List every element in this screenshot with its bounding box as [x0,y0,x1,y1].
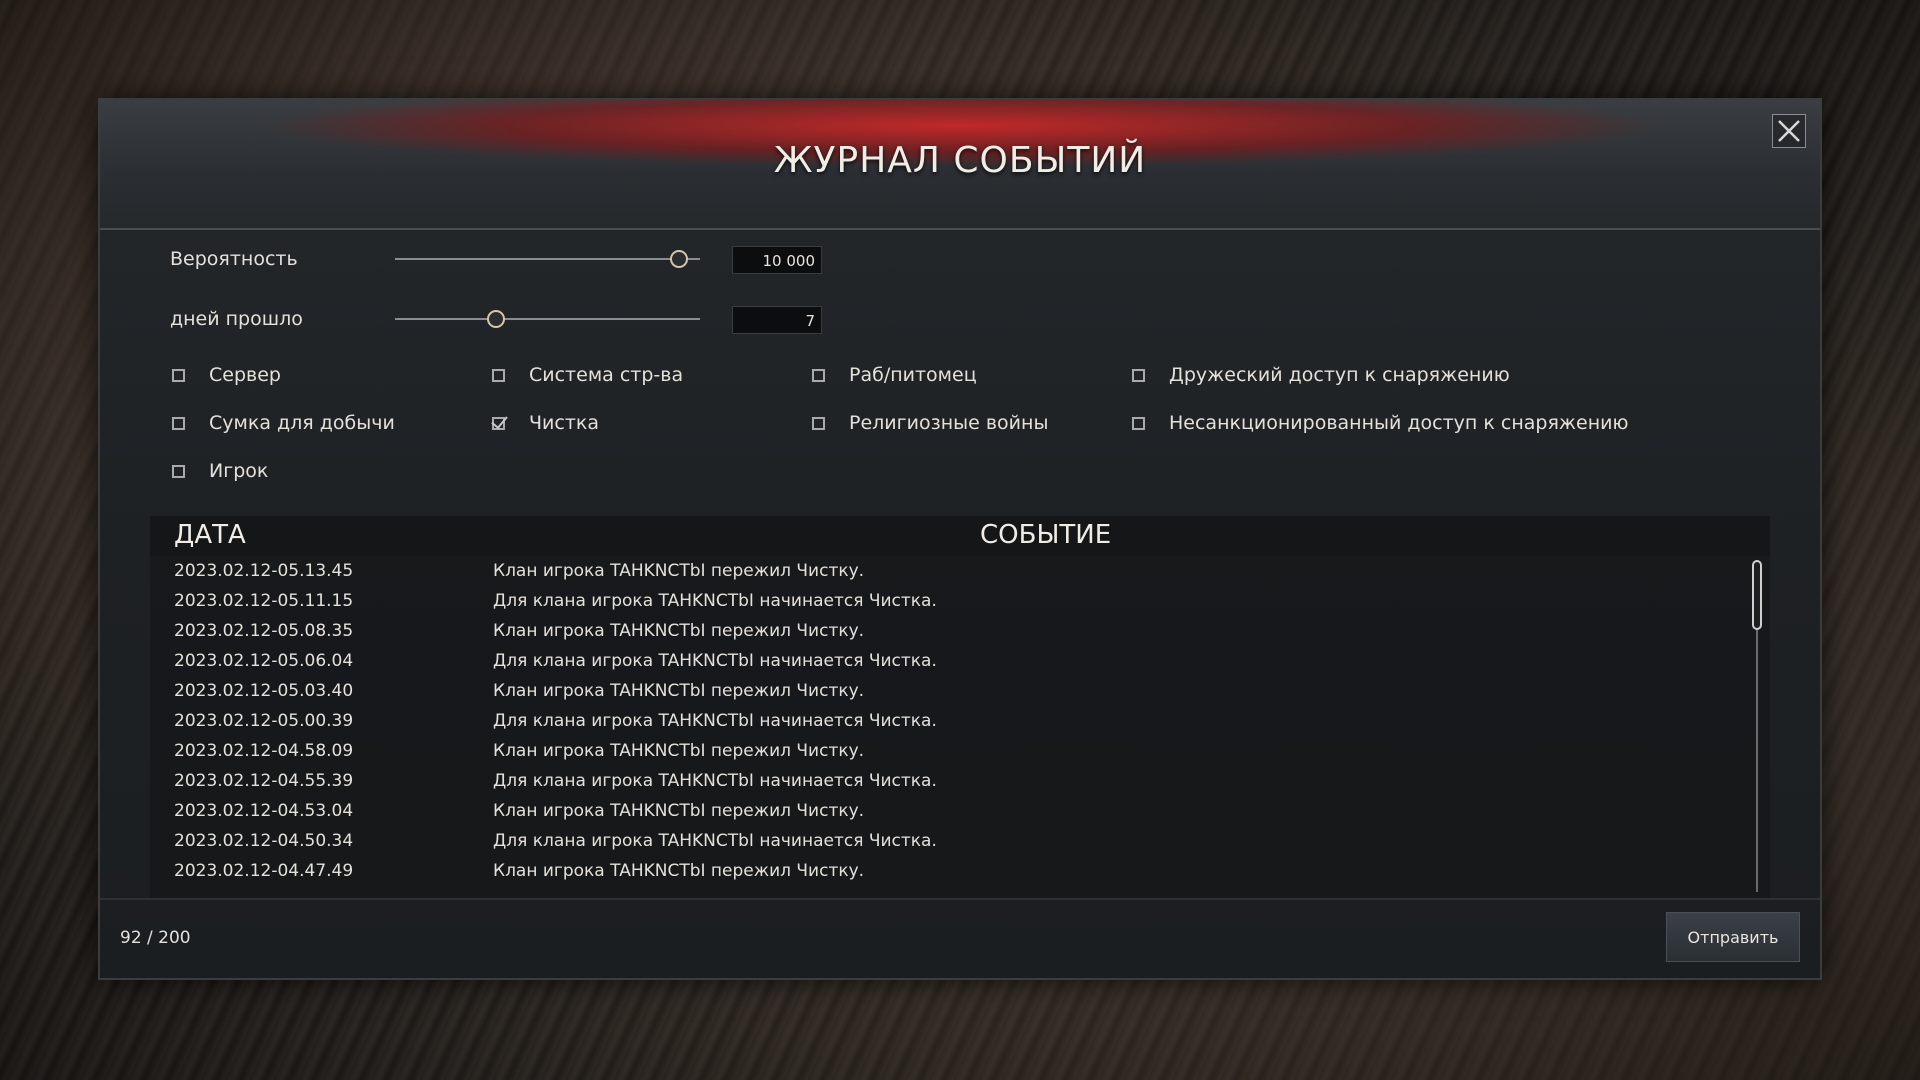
log-event: Клан игрока TAHKNCTbI пережил Чистку. [493,621,865,641]
filter-label: Сумка для добычи [209,412,395,434]
slider-thumb[interactable] [486,310,505,328]
log-row[interactable]: 2023.02.12-04.53.04 Клан игрока TAHKNCTbI… [150,796,1740,826]
filter-server[interactable]: Сервер [172,364,281,386]
filter-label: Несанкционированный доступ к снаряжению [1169,412,1629,434]
checkbox[interactable] [1132,416,1145,430]
probability-slider[interactable] [395,249,700,269]
dialog-title: ЖУРНАЛ СОБЫТИЙ [773,140,1147,181]
checkbox[interactable] [172,368,185,382]
log-event: Клан игрока TAHKNCTbI пережил Чистку. [493,801,865,821]
event-log-dialog: ЖУРНАЛ СОБЫТИЙ Вероятность 10 000 дней п… [100,100,1820,978]
filter-label: Религиозные войны [849,412,1049,434]
days-input[interactable]: 7 [732,306,822,334]
log-event: Для клана игрока TAHKNCTbI начинается Чи… [493,591,937,611]
log-event: Для клана игрока TAHKNCTbI начинается Чи… [493,831,937,851]
log-date: 2023.02.12-04.53.04 [174,801,354,821]
log-date: 2023.02.12-05.13.45 [174,561,354,581]
log-date: 2023.02.12-05.03.40 [174,681,354,701]
log-date: 2023.02.12-05.06.04 [174,651,354,671]
days-label: дней прошло [170,308,303,330]
filter-thrall-pet[interactable]: Раб/питомец [812,364,977,386]
probability-input[interactable]: 10 000 [732,246,822,274]
checkbox[interactable] [492,368,505,382]
log-date: 2023.02.12-04.47.49 [174,861,354,881]
filter-label: Игрок [209,460,269,482]
checkbox[interactable] [812,368,825,382]
filter-label: Чистка [529,412,600,434]
log-row[interactable]: 2023.02.12-04.55.39 Для клана игрока TAHK… [150,766,1740,796]
entry-counter: 92 / 200 [120,928,191,948]
checkbox[interactable] [812,416,825,430]
log-row[interactable]: 2023.02.12-05.11.15 Для клана игрока TAHK… [150,586,1740,616]
filter-player[interactable]: Игрок [172,460,268,482]
log-event: Клан игрока TAHKNCTbI пережил Чистку. [493,741,865,761]
slider-track [395,258,700,260]
log-event: Клан игрока TAHKNCTbI пережил Чистку. [493,861,865,881]
send-button[interactable]: Отправить [1666,912,1800,962]
days-slider[interactable] [395,309,700,329]
dialog-header: ЖУРНАЛ СОБЫТИЙ [100,100,1820,230]
slider-track [395,318,700,320]
checkbox[interactable] [1132,368,1145,382]
log-header: ДАТА СОБЫТИЕ [150,516,1770,556]
log-event: Клан игрока TAHKNCTbI пережил Чистку. [493,681,865,701]
column-header-date[interactable]: ДАТА [174,520,246,550]
filter-label: Дружеский доступ к снаряжению [1169,364,1510,386]
log-date: 2023.02.12-04.55.39 [174,771,354,791]
probability-label: Вероятность [170,248,298,270]
checkbox[interactable] [172,416,185,430]
log-date: 2023.02.12-04.50.34 [174,831,354,851]
log-row[interactable]: 2023.02.12-05.08.35 Клан игрока TAHKNCTbI… [150,616,1740,646]
filter-loot-bag[interactable]: Сумка для добычи [172,412,395,434]
filter-purge[interactable]: Чистка [492,412,599,434]
log-row[interactable]: 2023.02.12-05.13.45 Клан игрока TAHKNCTbI… [150,556,1740,586]
log-event: Для клана игрока TAHKNCTbI начинается Чи… [493,651,937,671]
checkbox-checked[interactable] [492,416,505,430]
filter-label: Раб/питомец [849,364,977,386]
log-date: 2023.02.12-05.11.15 [174,591,354,611]
log-row[interactable]: 2023.02.12-04.47.49 Клан игрока TAHKNCTbI… [150,856,1740,886]
column-header-event[interactable]: СОБЫТИЕ [980,520,1111,550]
log-rows: 2023.02.12-05.13.45 Клан игрока TAHKNCTbI… [150,556,1740,898]
log-row[interactable]: 2023.02.12-05.06.04 Для клана игрока TAHK… [150,646,1740,676]
log-event: Для клана игрока TAHKNCTbI начинается Чи… [493,711,937,731]
log-event: Клан игрока TAHKNCTbI пережил Чистку. [493,561,865,581]
filter-religious-wars[interactable]: Религиозные войны [812,412,1048,434]
event-log-panel: ДАТА СОБЫТИЕ 2023.02.12-05.13.45 Клан игр… [150,516,1770,898]
scrollbar-thumb[interactable] [1752,560,1762,630]
checkbox[interactable] [172,464,185,478]
footer-divider [100,898,1820,900]
log-row[interactable]: 2023.02.12-04.50.34 Для клана игрока TAHK… [150,826,1740,856]
log-date: 2023.02.12-05.08.35 [174,621,354,641]
log-row[interactable]: 2023.02.12-05.00.39 Для клана игрока TAHK… [150,706,1740,736]
log-date: 2023.02.12-04.58.09 [174,741,354,761]
log-event: Для клана игрока TAHKNCTbI начинается Чи… [493,771,937,791]
log-date: 2023.02.12-05.00.39 [174,711,354,731]
filter-label: Сервер [209,364,281,386]
close-button[interactable] [1772,114,1806,148]
log-row[interactable]: 2023.02.12-05.03.40 Клан игрока TAHKNCTbI… [150,676,1740,706]
filter-friendly-access[interactable]: Дружеский доступ к снаряжению [1132,364,1510,386]
filter-unauthorized-access[interactable]: Несанкционированный доступ к снаряжению [1132,412,1628,434]
filter-label: Система стр-ва [529,364,684,386]
filter-build-system[interactable]: Система стр-ва [492,364,683,386]
close-icon [1778,120,1800,142]
slider-thumb[interactable] [669,250,688,268]
log-row[interactable]: 2023.02.12-04.58.09 Клан игрока TAHKNCTbI… [150,736,1740,766]
